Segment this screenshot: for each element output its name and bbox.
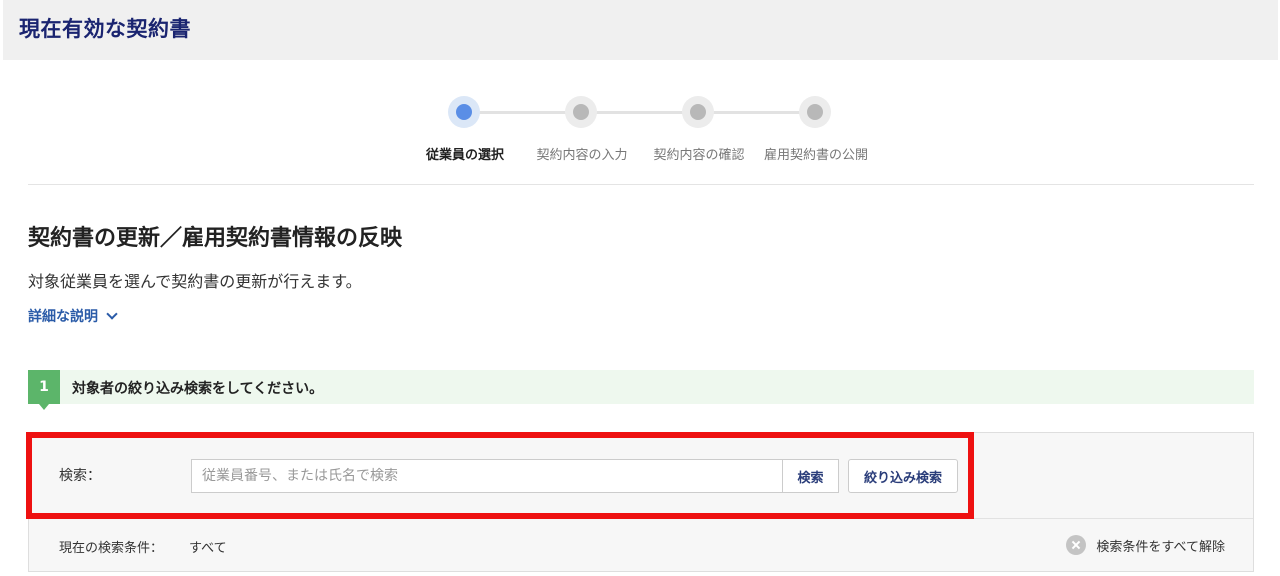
- step-1-label: 従業員の選択: [425, 148, 505, 163]
- current-conditions-label: 現在の検索条件：: [59, 541, 164, 556]
- search-label: 検索：: [59, 468, 101, 484]
- step-instruction-banner: 1 対象者の絞り込み検索をしてください。: [28, 370, 1254, 410]
- step-2-indicator: [565, 96, 597, 128]
- search-input[interactable]: [192, 460, 782, 492]
- search-row: 検索： 検索 絞り込み検索: [29, 433, 1253, 519]
- section-title: 契約書の更新／雇用契約書情報の反映: [28, 226, 403, 251]
- step-3-label: 契約内容の確認: [653, 148, 745, 163]
- progress-stepper: 従業員の選択 契約内容の入力 契約内容の確認 雇用契約書の公開: [0, 96, 1280, 176]
- clear-all-conditions-button[interactable]: 検索条件をすべて解除: [1066, 533, 1225, 557]
- search-panel: 検索： 検索 絞り込み検索 現在の検索条件： すべて 検索条件をすべて解除: [28, 432, 1254, 572]
- step-4-label: 雇用契約書の公開: [763, 148, 869, 163]
- close-circle-icon: [1066, 535, 1087, 555]
- step-number-badge: 1: [28, 370, 60, 410]
- current-conditions-row: 現在の検索条件： すべて 検索条件をすべて解除: [29, 519, 1253, 571]
- step-3-indicator: [682, 96, 714, 128]
- chevron-down-icon: [106, 308, 118, 320]
- search-input-group: 検索: [191, 459, 839, 493]
- detail-link-label: 詳細な説明: [28, 309, 98, 325]
- page-title: 現在有効な契約書: [19, 17, 191, 41]
- filter-search-button[interactable]: 絞り込み検索: [848, 459, 958, 493]
- step-2-label: 契約内容の入力: [536, 148, 628, 163]
- divider: [28, 184, 1254, 185]
- step-1-indicator: [448, 96, 480, 128]
- step-connector: [581, 111, 698, 114]
- step-connector: [464, 111, 581, 114]
- current-conditions-value: すべて: [189, 541, 227, 556]
- clear-all-label: 検索条件をすべて解除: [1096, 539, 1225, 555]
- detail-explanation-link[interactable]: 詳細な説明: [28, 306, 118, 326]
- step-4-indicator: [799, 96, 831, 128]
- search-button[interactable]: 検索: [782, 460, 838, 492]
- step-connector: [698, 111, 815, 114]
- section-description: 対象従業員を選んで契約書の更新が行えます。: [28, 272, 362, 291]
- page-header: 現在有効な契約書: [3, 0, 1278, 60]
- step-instruction-text: 対象者の絞り込み検索をしてください。: [72, 381, 324, 397]
